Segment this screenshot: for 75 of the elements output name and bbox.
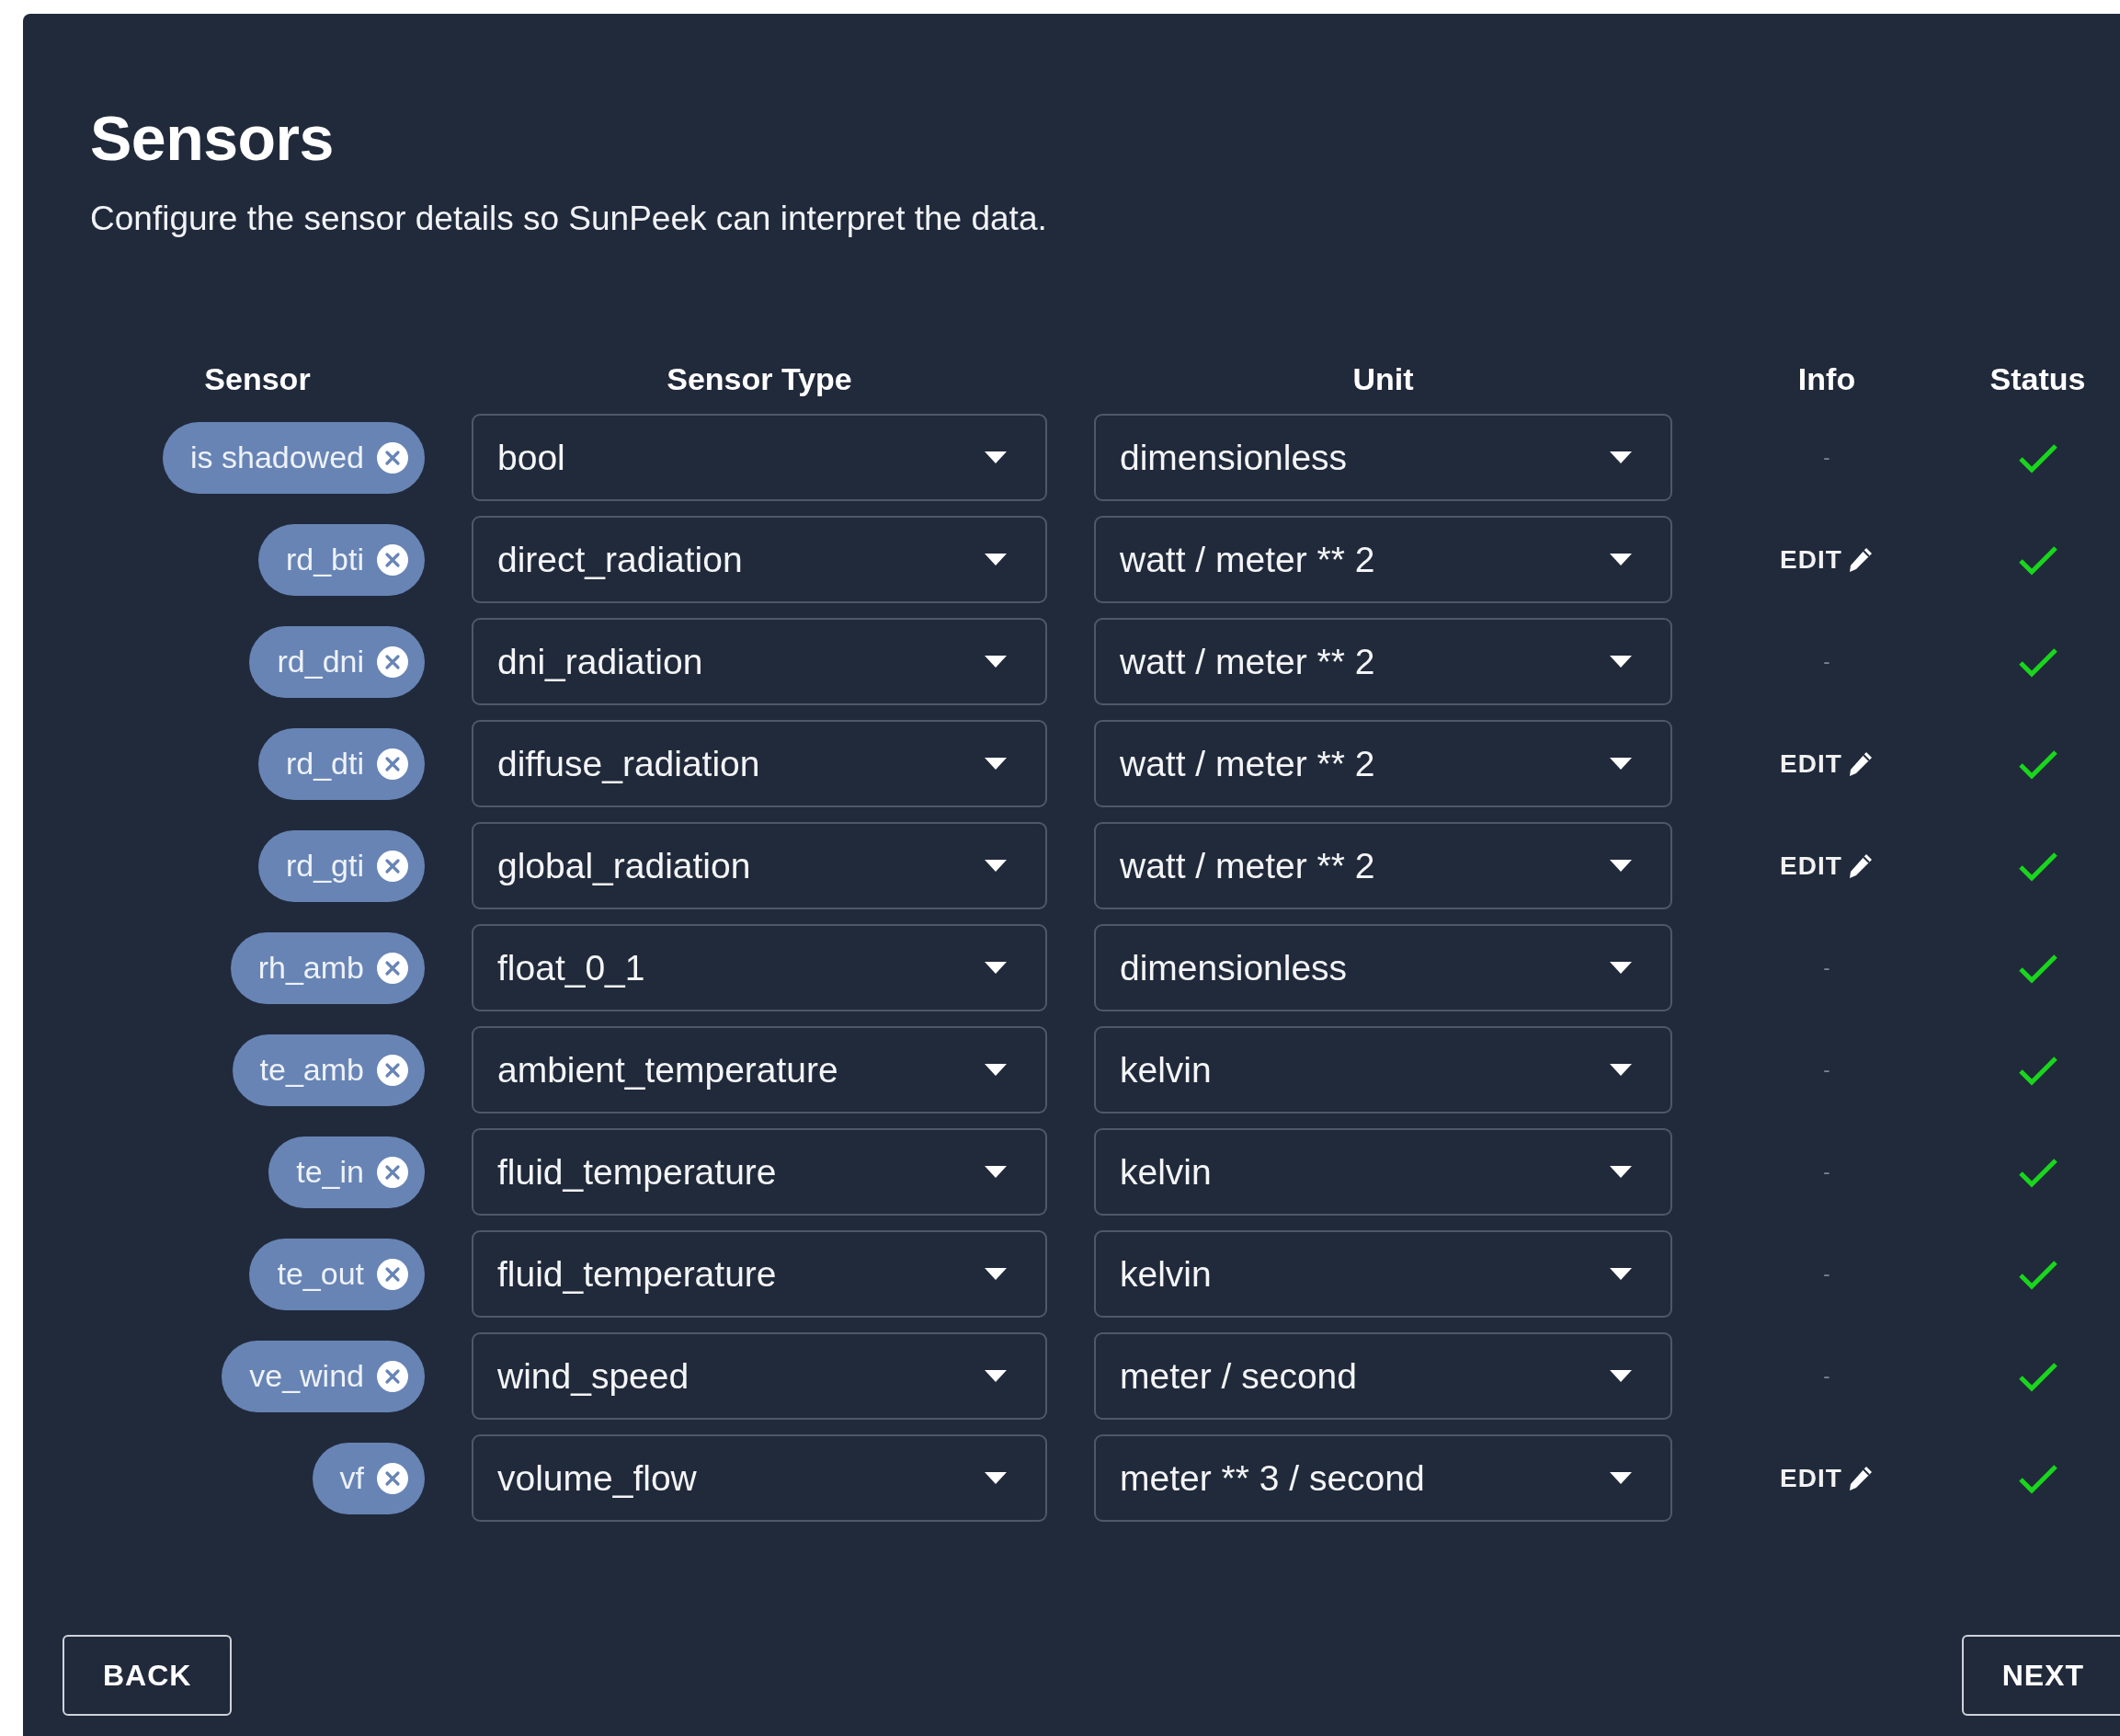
remove-icon xyxy=(377,1360,408,1392)
sensor-type-dropdown[interactable]: diffuse_radiation xyxy=(472,720,1047,808)
remove-icon xyxy=(377,1258,408,1290)
caret-icon xyxy=(1610,656,1632,668)
caret-icon xyxy=(1610,758,1632,771)
remove-icon xyxy=(377,645,408,678)
column-header: Sensor Type xyxy=(666,360,853,399)
unit-dropdown[interactable]: watt / meter ** 2 xyxy=(1094,720,1672,808)
sensor-type-dropdown[interactable]: dni_radiation xyxy=(472,618,1047,706)
caret-icon xyxy=(985,1064,1007,1077)
caret-icon xyxy=(1610,554,1632,566)
remove-icon xyxy=(377,1054,408,1086)
caret-icon xyxy=(985,451,1007,464)
caret-icon xyxy=(985,1268,1007,1281)
unit-dropdown[interactable]: watt / meter ** 2 xyxy=(1094,822,1672,910)
sensor-type-dropdown[interactable]: direct_radiation xyxy=(472,516,1047,604)
remove-icon xyxy=(377,1462,408,1494)
page-subtitle: Configure the sensor details so SunPeek can interpret the data. xyxy=(90,198,1048,239)
sensor-type-dropdown[interactable]: global_radiation xyxy=(472,822,1047,910)
empty-info-dash: - xyxy=(1823,445,1830,472)
sensor-type-dropdown[interactable]: float_0_1 xyxy=(472,924,1047,1012)
sensor-type-dropdown[interactable]: volume_flow xyxy=(472,1434,1047,1523)
caret-icon xyxy=(985,860,1007,873)
column-header: Sensor xyxy=(203,360,312,399)
column-header: Info xyxy=(1796,360,1857,399)
edit-button[interactable]: EDIT xyxy=(1780,846,1874,885)
empty-info-dash: - xyxy=(1823,649,1830,676)
caret-icon xyxy=(985,1166,1007,1179)
unit-dropdown[interactable]: dimensionless xyxy=(1094,924,1672,1012)
caret-icon xyxy=(1610,1166,1632,1179)
unit-dropdown[interactable]: watt / meter ** 2 xyxy=(1094,618,1672,706)
unit-dropdown[interactable]: dimensionless xyxy=(1094,414,1672,502)
sensor-type-dropdown[interactable]: bool xyxy=(472,414,1047,502)
empty-info-dash: - xyxy=(1823,1057,1830,1084)
sensor-type-dropdown[interactable]: fluid_temperature xyxy=(472,1128,1047,1216)
back-button[interactable]: BACK xyxy=(63,1635,233,1717)
caret-icon xyxy=(985,554,1007,566)
column-header: Unit xyxy=(1351,360,1415,399)
remove-icon xyxy=(377,543,408,576)
caret-icon xyxy=(1610,1472,1632,1485)
sensor-type-dropdown[interactable]: ambient_temperature xyxy=(472,1026,1047,1114)
sensor-type-dropdown[interactable]: wind_speed xyxy=(472,1332,1047,1421)
empty-info-dash: - xyxy=(1823,1364,1830,1390)
edit-button[interactable]: EDIT xyxy=(1780,744,1874,783)
caret-icon xyxy=(985,962,1007,975)
caret-icon xyxy=(985,656,1007,668)
unit-dropdown[interactable]: kelvin xyxy=(1094,1230,1672,1319)
empty-info-dash: - xyxy=(1823,1159,1830,1186)
caret-icon xyxy=(1610,1268,1632,1281)
edit-button[interactable]: EDIT xyxy=(1780,1458,1874,1498)
caret-icon xyxy=(1610,1370,1632,1383)
remove-icon xyxy=(377,1156,408,1188)
caret-icon xyxy=(1610,860,1632,873)
unit-dropdown[interactable]: watt / meter ** 2 xyxy=(1094,516,1672,604)
remove-icon xyxy=(377,952,408,984)
unit-dropdown[interactable]: meter / second xyxy=(1094,1332,1672,1421)
unit-dropdown[interactable]: meter ** 3 / second xyxy=(1094,1434,1672,1523)
unit-dropdown[interactable]: kelvin xyxy=(1094,1128,1672,1216)
edit-button[interactable]: EDIT xyxy=(1780,540,1874,579)
empty-info-dash: - xyxy=(1823,1262,1830,1288)
remove-icon xyxy=(377,441,408,474)
remove-icon xyxy=(377,748,408,780)
next-button[interactable]: NEXT xyxy=(1961,1635,2120,1717)
caret-icon xyxy=(1610,451,1632,464)
page-title: Sensors xyxy=(90,104,335,173)
column-header: Status xyxy=(1989,360,2087,399)
caret-icon xyxy=(1610,962,1632,975)
caret-icon xyxy=(985,1472,1007,1485)
remove-icon xyxy=(377,850,408,882)
caret-icon xyxy=(985,758,1007,771)
unit-dropdown[interactable]: kelvin xyxy=(1094,1026,1672,1114)
caret-icon xyxy=(985,1370,1007,1383)
caret-icon xyxy=(1610,1064,1632,1077)
sensor-type-dropdown[interactable]: fluid_temperature xyxy=(472,1230,1047,1319)
empty-info-dash: - xyxy=(1823,955,1830,982)
